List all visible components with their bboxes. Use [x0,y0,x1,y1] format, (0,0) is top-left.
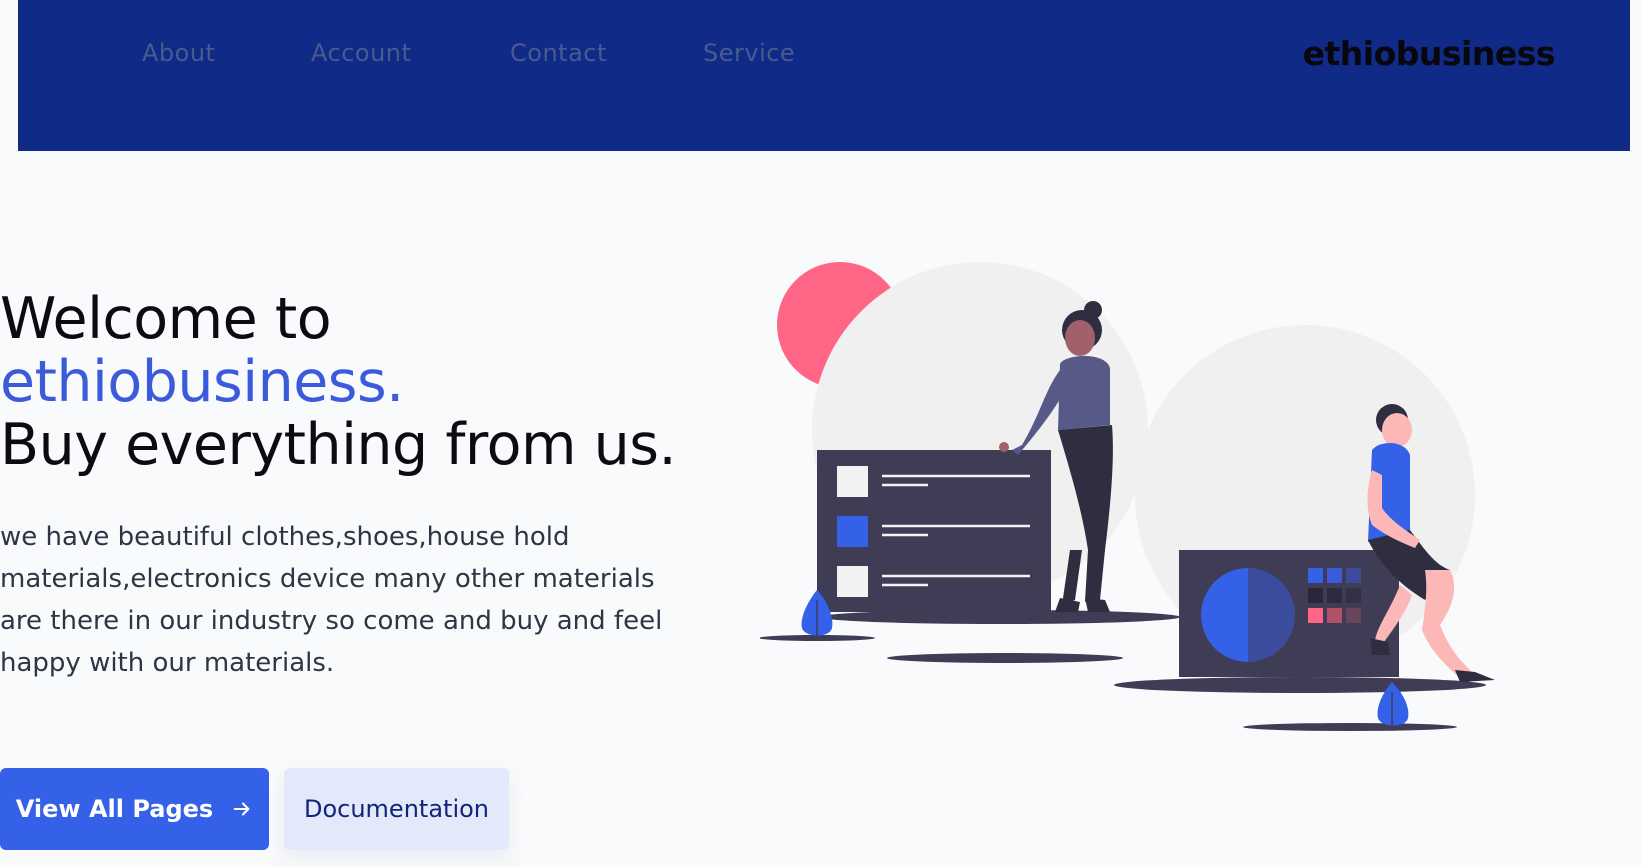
list-checkbox-selected [837,516,868,547]
ground-shadow [1243,723,1457,731]
nav-contact-link[interactable]: Contact [510,39,607,67]
headline-line-buy: Buy everything from us. [0,412,677,478]
hero-headline: Welcome to ethiobusiness. Buy everything… [0,288,700,477]
list-checkbox [837,566,868,597]
headline-line-welcome: Welcome to [0,286,332,352]
view-all-pages-label: View All Pages [15,795,214,823]
documentation-label: Documentation [303,795,489,823]
view-all-pages-button[interactable]: View All Pages [0,768,269,850]
brand-logo-text[interactable]: ethiobusiness [1303,34,1556,73]
documentation-button[interactable]: Documentation [284,768,509,850]
ground-shadow [887,653,1123,663]
nav-about-link[interactable]: About [142,39,215,67]
nav-service-link[interactable]: Service [703,39,795,67]
nav-account-link[interactable]: Account [311,39,411,67]
list-checkbox [837,466,868,497]
arrow-right-icon [233,802,250,816]
top-navigation-bar: About Account Contact Service ethiobusin… [18,0,1630,151]
ground-shadow [1114,677,1486,693]
hero-section: Welcome to ethiobusiness. Buy everything… [0,288,700,477]
hero-illustration [760,262,1495,731]
ground-shadow [820,610,1180,624]
headline-brand-accent: ethiobusiness. [0,349,404,415]
hero-description: we have beautiful clothes,shoes,house ho… [0,522,663,678]
